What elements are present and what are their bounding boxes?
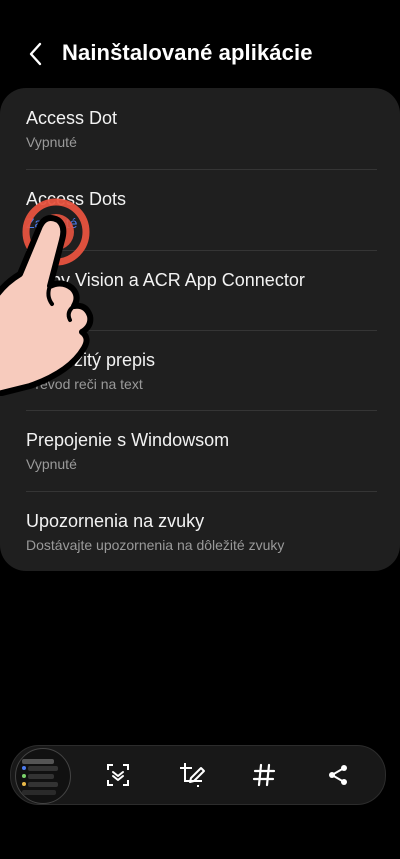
app-status: Vypnuté bbox=[26, 134, 77, 150]
screenshot-thumbnail[interactable] bbox=[15, 748, 71, 804]
crop-edit-icon bbox=[180, 763, 205, 787]
list-item-access-dots[interactable]: Access Dots Zapnuté bbox=[26, 169, 377, 249]
list-item-live-transcribe[interactable]: Okamžitý prepis Prevod reči na text bbox=[26, 330, 377, 410]
app-status: Vypnuté bbox=[26, 296, 77, 312]
list-item-access-dot[interactable]: Access Dot Vypnuté bbox=[26, 88, 377, 168]
scroll-capture-icon bbox=[107, 764, 129, 786]
chevron-left-icon bbox=[29, 42, 42, 66]
list-item-bixby-vision[interactable]: Bixby Vision a ACR App Connector Vypnuté bbox=[26, 250, 377, 330]
app-status: Prevod reči na text bbox=[26, 376, 143, 392]
hashtag-icon bbox=[252, 763, 276, 787]
app-name: Access Dot bbox=[26, 108, 118, 128]
app-name: Prepojenie s Windowsom bbox=[26, 430, 230, 450]
page-title: Nainštalované aplikácie bbox=[62, 40, 313, 65]
app-name: Upozornenia na zvuky bbox=[26, 511, 205, 531]
share-icon bbox=[329, 765, 347, 785]
list-item-link-to-windows[interactable]: Prepojenie s Windowsom Vypnuté bbox=[26, 410, 377, 490]
app-name: Okamžitý prepis bbox=[26, 350, 156, 370]
back-button[interactable] bbox=[22, 40, 50, 68]
app-name: Access Dots bbox=[26, 189, 127, 209]
app-status: Dostávajte upozornenia na dôležité zvuky bbox=[26, 537, 285, 553]
scroll-capture-button[interactable] bbox=[102, 759, 134, 791]
app-name: Bixby Vision a ACR App Connector bbox=[26, 270, 305, 290]
hashtag-button[interactable] bbox=[248, 759, 280, 791]
app-status: Vypnuté bbox=[26, 456, 77, 472]
screenshot-toolbar bbox=[10, 745, 386, 805]
app-header: Nainštalované aplikácie bbox=[0, 28, 400, 80]
app-status: Zapnuté bbox=[26, 215, 78, 231]
list-item-sound-notifications[interactable]: Upozornenia na zvuky Dostávajte upozorne… bbox=[26, 491, 377, 571]
crop-edit-button[interactable] bbox=[176, 759, 208, 791]
apps-list: Access Dot Vypnuté Access Dots Zapnuté B… bbox=[0, 88, 400, 571]
share-button[interactable] bbox=[322, 759, 354, 791]
